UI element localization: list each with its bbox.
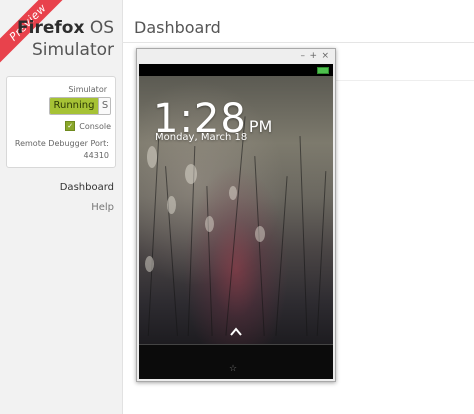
console-label: Console [79, 121, 111, 131]
clock-ampm: PM [248, 117, 273, 136]
seed-head [229, 186, 237, 200]
brand-subtitle: Simulator [31, 40, 114, 60]
sidebar: Preview Firefox OS Simulator Simulator R… [0, 0, 123, 414]
seed-head [147, 146, 157, 168]
seed-head [205, 216, 214, 232]
lockscreen-wallpaper[interactable]: 1:28 PM Monday, March 18 [139, 76, 333, 344]
title-divider [122, 42, 474, 43]
nav-dashboard[interactable]: Dashboard [60, 182, 114, 193]
home-button-star-icon[interactable]: ☆ [229, 364, 237, 374]
seed-head [145, 256, 154, 272]
toggle-stopped-label: S [98, 98, 110, 114]
maximize-button[interactable]: + [309, 50, 317, 62]
seed-head [255, 226, 265, 242]
debugger-port-label: Remote Debugger Port: [14, 139, 109, 148]
toggle-running-label: Running [50, 98, 98, 114]
simulator-panel: Simulator Running S ✓ Console Remote Deb… [6, 76, 116, 168]
device-screen[interactable]: 1:28 PM Monday, March 18 ☆ [139, 64, 333, 379]
page-title: Dashboard [134, 18, 221, 37]
seed-head [185, 164, 197, 184]
grass-stalk [225, 116, 246, 336]
brand-name-light: OS [89, 18, 114, 38]
software-home-bar: ☆ [139, 345, 333, 379]
close-button[interactable]: × [321, 50, 329, 62]
grass-stalk [275, 176, 288, 336]
content-divider [336, 80, 474, 81]
brand-name-bold: Firefox [17, 18, 85, 38]
unlock-chevron-up-icon[interactable] [230, 326, 242, 338]
console-option[interactable]: ✓ Console [65, 121, 111, 131]
simulator-label: Simulator [68, 85, 107, 94]
minimize-button[interactable]: – [301, 50, 306, 62]
debugger-port-value: 44310 [83, 151, 109, 160]
grass-stalk [299, 136, 308, 336]
grass-stalk [206, 186, 213, 336]
lockscreen-date: Monday, March 18 [155, 132, 248, 143]
seed-head [167, 196, 176, 214]
grass-stalk [316, 171, 327, 336]
simulator-toggle[interactable]: Running S [49, 97, 111, 115]
grass-stalk [254, 156, 265, 336]
status-bar [139, 64, 333, 76]
battery-icon [317, 67, 329, 74]
grass-stalk [165, 166, 178, 336]
brand-title: Firefox OS [17, 18, 114, 38]
simulator-titlebar[interactable]: – + × [137, 49, 335, 63]
nav-help[interactable]: Help [91, 202, 114, 213]
simulator-window[interactable]: – + × 1:28 PM Monday, March 18 ☆ [136, 48, 336, 382]
console-checkbox[interactable]: ✓ [65, 121, 76, 131]
